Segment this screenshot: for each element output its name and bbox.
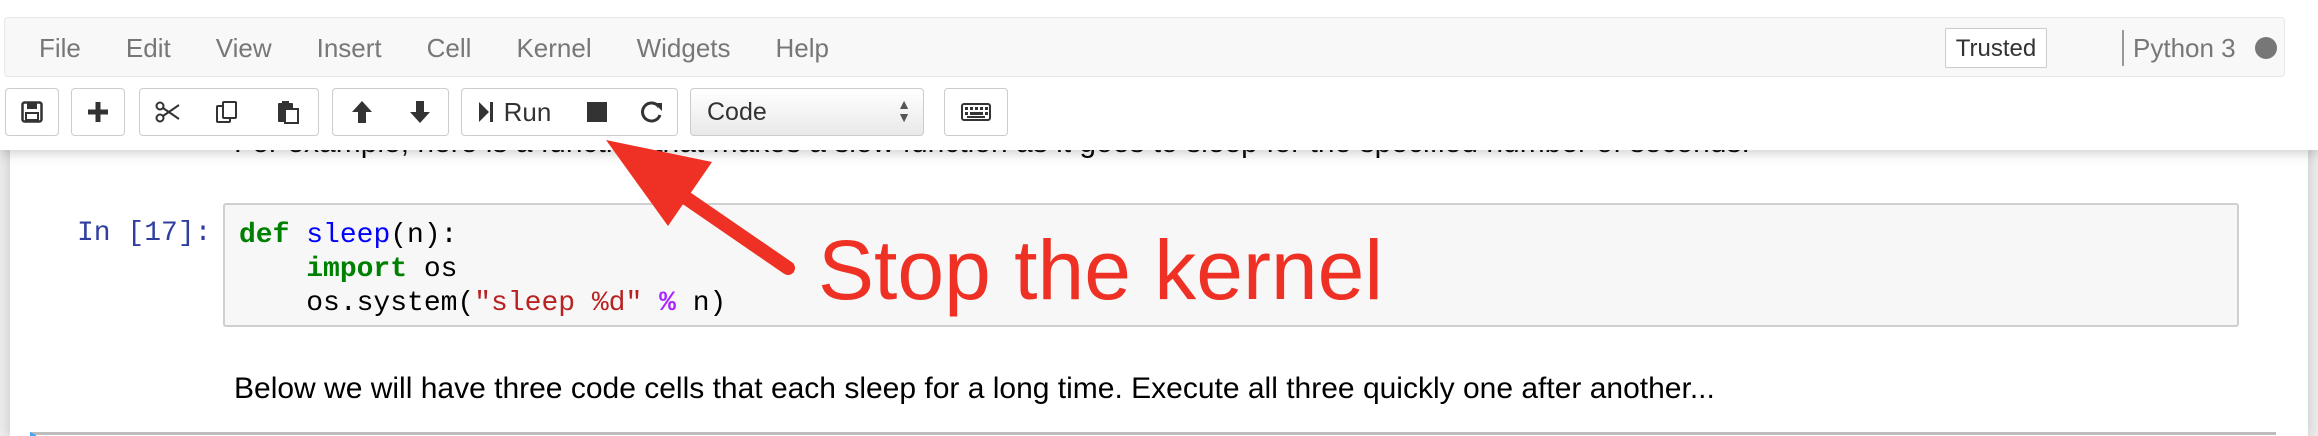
annotation-arrow-icon xyxy=(606,140,795,275)
annotation-text: Stop the kernel xyxy=(818,223,1384,317)
